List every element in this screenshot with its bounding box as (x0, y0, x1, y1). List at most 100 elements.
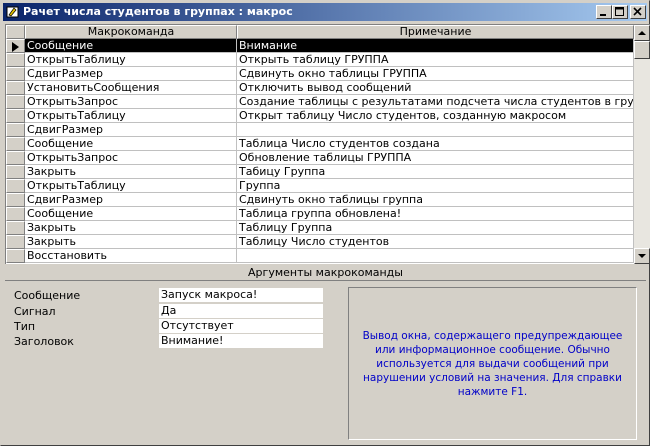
row-selector[interactable] (6, 221, 25, 235)
command-cell[interactable]: Сообщение (25, 39, 237, 53)
command-cell[interactable]: СдвигРазмер (25, 123, 237, 137)
scroll-down-button[interactable] (634, 248, 650, 264)
row-selector[interactable] (6, 67, 25, 81)
command-cell[interactable]: Сообщение (25, 137, 237, 151)
argument-label: Сообщение (14, 289, 81, 302)
table-row[interactable]: Закрыть Таблицу Группа (6, 221, 634, 235)
row-selector[interactable] (6, 39, 25, 53)
table-row[interactable]: Закрыть Таблицу Число студентов (6, 235, 634, 249)
command-cell[interactable]: ОткрытьТаблицу (25, 53, 237, 67)
command-cell[interactable]: СдвигРазмер (25, 193, 237, 207)
scroll-up-button[interactable] (634, 25, 650, 41)
note-cell[interactable]: Таблица Число студентов создана (237, 137, 634, 151)
command-cell[interactable]: УстановитьСообщения (25, 81, 237, 95)
command-cell[interactable]: Закрыть (25, 165, 237, 179)
maximize-button[interactable] (612, 5, 628, 19)
note-cell[interactable]: Табицу Группа (237, 165, 634, 179)
close-icon (633, 7, 642, 16)
note-cell[interactable]: Открыть таблицу ГРУППА (237, 53, 634, 67)
row-selector[interactable] (6, 179, 25, 193)
argument-label: Тип (14, 320, 36, 333)
note-cell[interactable]: Открыт таблицу Число студентов, созданну… (237, 109, 634, 123)
row-selector[interactable] (6, 53, 25, 67)
help-text: Вывод окна, содержащего предупреждающее … (362, 329, 623, 398)
macro-grid: Макрокоманда Примечание Сообщение Внимани… (5, 24, 650, 264)
title-bar[interactable]: Рачет числа студентов в группах : макрос (3, 3, 647, 21)
minimize-button[interactable] (596, 5, 612, 19)
table-row[interactable]: ОткрытьЗапрос Создание таблицы с результа… (6, 95, 634, 109)
command-cell[interactable]: ОткрытьЗапрос (25, 95, 237, 109)
macro-icon (6, 5, 20, 19)
row-selector[interactable] (6, 137, 25, 151)
row-selector[interactable] (6, 193, 25, 207)
note-cell[interactable] (237, 123, 634, 137)
command-cell[interactable]: Сообщение (25, 207, 237, 221)
argument-type-field[interactable]: Отсутствует (159, 319, 323, 333)
column-header-note[interactable]: Примечание (237, 25, 634, 39)
table-row[interactable]: Сообщение Таблица группа обновлена! (6, 207, 634, 221)
command-cell[interactable]: Закрыть (25, 235, 237, 249)
row-selector[interactable] (6, 109, 25, 123)
arguments-header: Аргументы макрокоманды (5, 267, 646, 281)
minimize-icon (600, 14, 606, 16)
table-row[interactable]: СдвигРазмер Сдвинуть окно таблицы группа (6, 193, 634, 207)
argument-label: Заголовок (14, 335, 74, 348)
row-selector[interactable] (6, 123, 25, 137)
argument-message: Сообщение Запуск макроса! (9, 288, 329, 302)
command-cell[interactable]: Восстановить (25, 249, 237, 263)
command-cell[interactable]: ОткрытьЗапрос (25, 151, 237, 165)
command-cell[interactable]: ОткрытьТаблицу (25, 109, 237, 123)
row-selector[interactable] (6, 207, 25, 221)
note-cell[interactable]: Группа (237, 179, 634, 193)
arrow-up-icon (638, 31, 646, 35)
macro-window: Рачет числа студентов в группах : макрос… (0, 0, 650, 446)
argument-beep-field[interactable]: Да (159, 304, 323, 318)
row-selector[interactable] (6, 165, 25, 179)
note-cell[interactable] (237, 249, 634, 263)
grid-header: Макрокоманда Примечание (6, 25, 634, 39)
table-row[interactable]: Восстановить (6, 249, 634, 263)
row-selector[interactable] (6, 151, 25, 165)
note-cell[interactable]: Таблица группа обновлена! (237, 207, 634, 221)
table-row[interactable]: ОткрытьТаблицу Открыт таблицу Число студе… (6, 109, 634, 123)
note-cell[interactable]: Создание таблицы с результатами подсчета… (237, 95, 634, 109)
close-button[interactable] (630, 5, 646, 19)
command-cell[interactable]: СдвигРазмер (25, 67, 237, 81)
current-row-pointer-icon (12, 42, 19, 52)
row-selector[interactable] (6, 249, 25, 263)
column-header-command[interactable]: Макрокоманда (25, 25, 237, 39)
arrow-down-icon (638, 254, 646, 258)
table-row[interactable]: Сообщение Внимание (6, 39, 634, 53)
note-cell[interactable]: Внимание (237, 39, 634, 53)
vertical-scrollbar[interactable] (634, 25, 650, 264)
window-title: Рачет числа студентов в группах : макрос (23, 5, 293, 18)
command-cell[interactable]: ОткрытьТаблицу (25, 179, 237, 193)
note-cell[interactable]: Отключить вывод сообщений (237, 81, 634, 95)
row-selector[interactable] (6, 95, 25, 109)
argument-message-field[interactable]: Запуск макроса! (159, 288, 323, 302)
argument-beep: Сигнал Да (9, 304, 329, 318)
argument-label: Сигнал (14, 305, 56, 318)
note-cell[interactable]: Сдвинуть окно таблицы ГРУППА (237, 67, 634, 81)
argument-type: Тип Отсутствует (9, 319, 329, 333)
scroll-thumb[interactable] (634, 41, 650, 59)
note-cell[interactable]: Таблицу Группа (237, 221, 634, 235)
table-row[interactable]: УстановитьСообщения Отключить вывод сообщ… (6, 81, 634, 95)
table-row[interactable]: ОткрытьТаблицу Группа (6, 179, 634, 193)
row-selector[interactable] (6, 235, 25, 249)
row-selector[interactable] (6, 81, 25, 95)
command-cell[interactable]: Закрыть (25, 221, 237, 235)
maximize-icon (615, 7, 624, 16)
note-cell[interactable]: Таблицу Число студентов (237, 235, 634, 249)
note-cell[interactable]: Обновление таблицы ГРУППА (237, 151, 634, 165)
note-cell[interactable]: Сдвинуть окно таблицы группа (237, 193, 634, 207)
table-row[interactable]: СдвигРазмер (6, 123, 634, 137)
argument-title-field[interactable]: Внимание! (159, 334, 323, 348)
argument-title: Заголовок Внимание! (9, 334, 329, 348)
table-row[interactable]: СдвигРазмер Сдвинуть окно таблицы ГРУППА (6, 67, 634, 81)
table-row[interactable]: Сообщение Таблица Число студентов создана (6, 137, 634, 151)
table-row[interactable]: ОткрытьЗапрос Обновление таблицы ГРУППА (6, 151, 634, 165)
table-row[interactable]: Закрыть Табицу Группа (6, 165, 634, 179)
row-selector-header[interactable] (6, 25, 25, 39)
table-row[interactable]: ОткрытьТаблицу Открыть таблицу ГРУППА (6, 53, 634, 67)
